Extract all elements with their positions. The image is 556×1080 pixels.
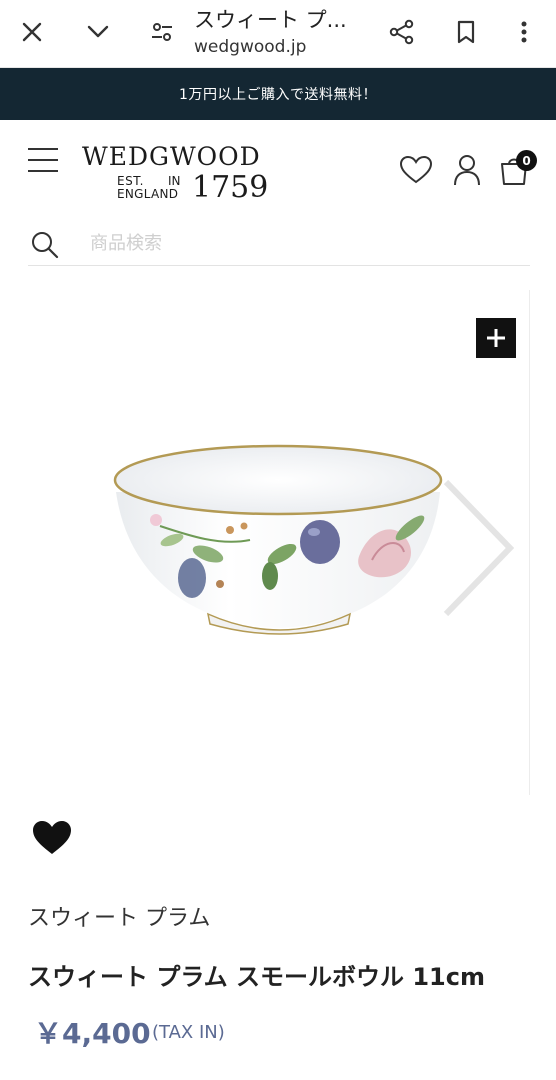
- page-title: スウィート プ...: [194, 8, 347, 32]
- gallery-divider: [529, 290, 530, 795]
- favorite-heart-icon[interactable]: [32, 820, 72, 860]
- promo-banner[interactable]: 1万円以上ご購入で送料無料！: [0, 68, 556, 120]
- product-name: スウィート プラム スモールボウル 11cm: [28, 963, 485, 991]
- wishlist-icon[interactable]: [398, 152, 434, 188]
- site-settings-icon[interactable]: [140, 10, 184, 54]
- browser-toolbar: スウィート プ... wedgwood.jp: [0, 0, 556, 68]
- close-icon[interactable]: [10, 10, 54, 54]
- product-image[interactable]: [110, 436, 450, 650]
- cart-count-badge: 0: [516, 150, 537, 171]
- next-arrow-icon[interactable]: [438, 478, 518, 622]
- logo-wordmark: WEDGWOOD: [82, 142, 261, 171]
- wedgwood-logo[interactable]: WEDGWOOD EST. IN ENGLAND 1759: [82, 142, 269, 206]
- search-input[interactable]: [90, 228, 510, 258]
- logo-year: 1759: [192, 170, 269, 205]
- product-price: ￥4,400: [34, 1017, 151, 1050]
- url-text[interactable]: wedgwood.jp: [194, 37, 306, 57]
- share-icon[interactable]: [380, 10, 424, 54]
- more-vert-icon[interactable]: [502, 10, 546, 54]
- chevron-down-icon[interactable]: [76, 10, 120, 54]
- menu-icon[interactable]: [28, 148, 58, 174]
- search-icon[interactable]: [30, 230, 60, 264]
- bookmark-icon[interactable]: [444, 10, 488, 54]
- logo-england: ENGLAND: [117, 187, 179, 201]
- promo-text: 1万円以上ご購入で送料無料！: [179, 87, 377, 103]
- search-bar: [28, 224, 530, 266]
- tax-note: (TAX IN): [152, 1022, 225, 1043]
- account-icon[interactable]: [449, 152, 485, 188]
- product-collection[interactable]: スウィート プラム: [28, 900, 210, 932]
- zoom-plus-icon[interactable]: [476, 318, 516, 358]
